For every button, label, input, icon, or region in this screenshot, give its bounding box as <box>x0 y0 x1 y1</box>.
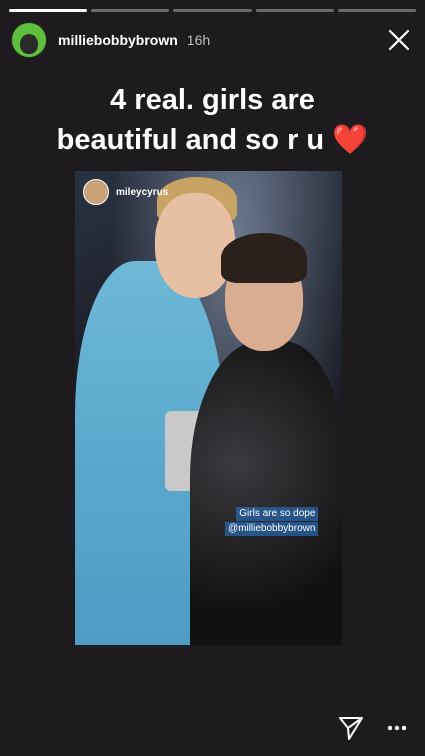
progress-segment <box>9 9 88 12</box>
story-header: milliebobbybrown 16h <box>12 22 413 58</box>
progress-segment <box>91 9 170 12</box>
progress-segment <box>255 9 334 12</box>
close-icon <box>388 29 410 51</box>
progress-segment <box>337 9 417 12</box>
mention-handle[interactable]: @milliebobbybrown <box>225 522 319 536</box>
send-icon <box>339 717 363 740</box>
repost-username: mileycyrus <box>116 186 169 198</box>
heart-icon: ❤️ <box>332 124 369 156</box>
caption-line-2: beautiful and so r u ❤️ <box>0 120 425 160</box>
more-options-icon <box>387 725 407 731</box>
head-left <box>155 193 235 298</box>
repost-avatar <box>83 179 109 205</box>
username[interactable]: milliebobbybrown <box>58 32 178 48</box>
story-progress-bar <box>9 9 417 12</box>
progress-segment <box>173 9 252 12</box>
repost-user[interactable]: mileycyrus <box>83 179 168 205</box>
mention-sticker[interactable]: Girls are so dope @milliebobbybrown <box>225 507 319 537</box>
caption-line-1: 4 real. girls are <box>110 84 315 116</box>
avatar-face <box>20 34 38 54</box>
story-caption: 4 real. girls are beautiful and so r u ❤… <box>0 80 425 160</box>
avatar[interactable] <box>12 23 46 57</box>
person-right <box>190 341 342 645</box>
timestamp: 16h <box>186 32 211 48</box>
mention-text: Girls are so dope <box>236 507 319 521</box>
more-options-button[interactable] <box>383 714 411 742</box>
close-button[interactable] <box>385 26 413 54</box>
hair-right <box>221 233 307 283</box>
shared-story-image[interactable]: mileycyrus Girls are so dope @milliebobb… <box>75 171 342 645</box>
send-button[interactable] <box>337 714 365 742</box>
caption-text: beautiful and so r u <box>56 124 325 156</box>
